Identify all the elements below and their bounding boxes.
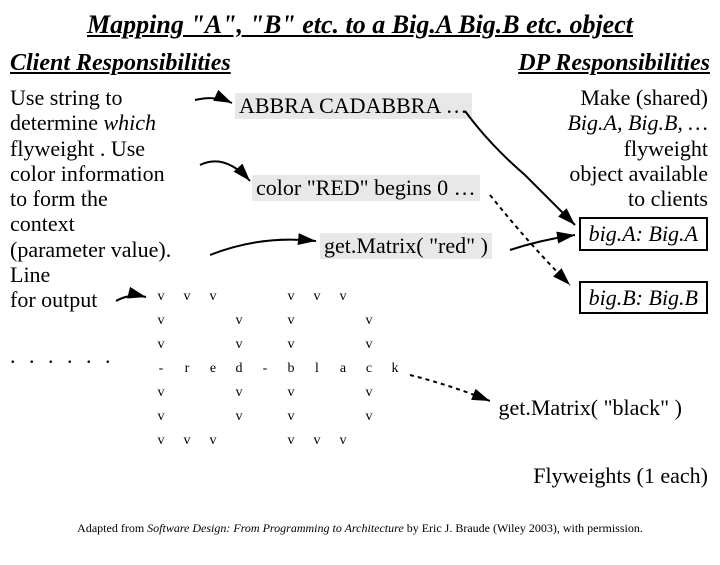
dp-text-1: Make (shared): [508, 85, 708, 110]
subhead-row: Client Responsibilities DP Responsibilit…: [10, 50, 710, 77]
subhead-client: Client Responsibilities: [10, 50, 231, 77]
matrix-cell: [382, 309, 408, 333]
matrix-cell: v: [278, 429, 304, 453]
matrix-cell: [330, 309, 356, 333]
client-text-7: (parameter value).: [10, 237, 220, 262]
matrix-cell: d: [226, 357, 252, 381]
matrix-cell: [226, 429, 252, 453]
matrix-cell: v: [278, 381, 304, 405]
matrix-cell: [252, 285, 278, 309]
matrix-cell: v: [200, 285, 226, 309]
letter-matrix: vvvvvvvvvvvvvv-red-blackvvvvvvvvvvvvvv: [148, 285, 408, 453]
matrix-cell: v: [356, 333, 382, 357]
client-text-8: Line: [10, 262, 220, 287]
credit-line: Adapted from Software Design: From Progr…: [0, 521, 720, 536]
matrix-cell: v: [304, 429, 330, 453]
object-box-b: big.B: Big.B: [579, 281, 708, 314]
matrix-cell: v: [330, 429, 356, 453]
client-text-2: determine which: [10, 110, 220, 135]
matrix-cell: v: [330, 285, 356, 309]
matrix-cell: v: [148, 285, 174, 309]
matrix-cell: [252, 405, 278, 429]
matrix-cell: v: [278, 333, 304, 357]
matrix-cell: c: [356, 357, 382, 381]
matrix-cell: v: [200, 429, 226, 453]
matrix-cell: [200, 309, 226, 333]
matrix-cell: v: [174, 429, 200, 453]
matrix-cell: [252, 333, 278, 357]
matrix-cell: v: [226, 309, 252, 333]
matrix-cell: v: [148, 429, 174, 453]
client-text-5: to form the: [10, 186, 220, 211]
matrix-cell: [330, 333, 356, 357]
matrix-cell: v: [278, 405, 304, 429]
matrix-cell: [382, 381, 408, 405]
matrix-cell: v: [148, 405, 174, 429]
matrix-cell: [252, 309, 278, 333]
matrix-cell: [382, 333, 408, 357]
matrix-cell: [330, 381, 356, 405]
matrix-cell: [200, 333, 226, 357]
flyweights-label: Flyweights (1 each): [533, 463, 708, 489]
dp-column: Make (shared) Big.A, Big.B, … flyweight …: [508, 85, 708, 314]
matrix-cell: [304, 405, 330, 429]
client-text-1: Use string to: [10, 85, 220, 110]
slide-title: Mapping "A", "B" etc. to a Big.A Big.B e…: [10, 10, 710, 40]
matrix-cell: v: [356, 381, 382, 405]
callout-getmatrix-red: get.Matrix( "red" ): [320, 233, 492, 259]
callout-getmatrix-black: get.Matrix( "black" ): [498, 395, 682, 421]
matrix-cell: -: [148, 357, 174, 381]
matrix-cell: [200, 405, 226, 429]
matrix-cell: [304, 309, 330, 333]
callout-abbra: ABBRA CADABBRA …: [235, 93, 472, 119]
matrix-cell: [174, 405, 200, 429]
matrix-cell: [174, 333, 200, 357]
matrix-cell: [356, 429, 382, 453]
dp-text-2: Big.A, Big.B, …: [508, 110, 708, 135]
content-area: Use string to determine which flyweight …: [10, 85, 710, 485]
client-text-3: flyweight . Use: [10, 136, 220, 161]
subhead-dp: DP Responsibilities: [518, 50, 710, 77]
matrix-cell: [356, 285, 382, 309]
matrix-cell: b: [278, 357, 304, 381]
matrix-cell: [330, 405, 356, 429]
client-text-4: color information: [10, 161, 220, 186]
matrix-cell: [252, 429, 278, 453]
matrix-cell: l: [304, 357, 330, 381]
matrix-cell: v: [278, 285, 304, 309]
matrix-cell: [174, 309, 200, 333]
matrix-cell: [304, 381, 330, 405]
matrix-cell: [174, 381, 200, 405]
matrix-cell: k: [382, 357, 408, 381]
matrix-cell: v: [356, 309, 382, 333]
matrix-cell: -: [252, 357, 278, 381]
matrix-cell: [382, 429, 408, 453]
matrix-cell: v: [174, 285, 200, 309]
matrix-cell: [226, 285, 252, 309]
matrix-cell: v: [356, 405, 382, 429]
matrix-cell: e: [200, 357, 226, 381]
matrix-cell: a: [330, 357, 356, 381]
matrix-cell: v: [304, 285, 330, 309]
callout-red: color "RED" begins 0 …: [252, 175, 480, 201]
matrix-cell: v: [226, 381, 252, 405]
matrix-cell: [382, 405, 408, 429]
object-box-a: big.A: Big.A: [579, 217, 708, 250]
matrix-cell: v: [278, 309, 304, 333]
client-text-6: context: [10, 211, 220, 236]
matrix-cell: [252, 381, 278, 405]
dp-text-4: object available: [508, 161, 708, 186]
matrix-cell: v: [148, 381, 174, 405]
matrix-cell: [200, 381, 226, 405]
matrix-cell: v: [148, 333, 174, 357]
matrix-cell: [382, 285, 408, 309]
matrix-cell: v: [148, 309, 174, 333]
matrix-cell: v: [226, 405, 252, 429]
dp-text-5: to clients: [508, 186, 708, 211]
dp-text-3: flyweight: [508, 136, 708, 161]
matrix-cell: v: [226, 333, 252, 357]
matrix-cell: [304, 333, 330, 357]
matrix-cell: r: [174, 357, 200, 381]
